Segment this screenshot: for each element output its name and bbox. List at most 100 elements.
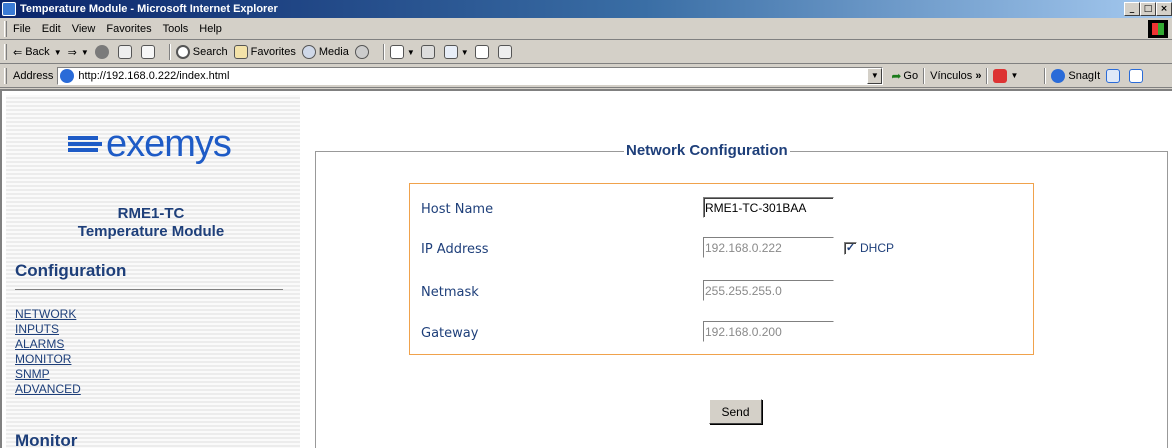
- search-label: Search: [192, 46, 228, 58]
- options-icon: [1129, 68, 1144, 83]
- snagit-capture-button[interactable]: [1106, 68, 1123, 83]
- addon-button[interactable]: ▼: [993, 68, 1019, 83]
- menubar-grip: [4, 20, 7, 37]
- messenger-icon: [497, 45, 512, 59]
- addon-dropdown-icon: ▼: [1010, 71, 1019, 80]
- edit-dropdown-icon: ▼: [460, 47, 469, 57]
- nav-link-alarms[interactable]: ALARMS: [15, 337, 81, 352]
- standard-toolbar: ⇐ Back ▼ ⇒ ▼ Search Favorites Media ▼ ▼: [0, 41, 1172, 64]
- back-label: Back: [25, 46, 50, 58]
- snagit-label: SnagIt: [1068, 69, 1101, 82]
- snagit-button[interactable]: SnagIt: [1051, 68, 1101, 83]
- address-bar: Address ▼ ➦ Go Vínculos » ▼ SnagIt: [0, 64, 1172, 88]
- netmask-input[interactable]: [703, 280, 834, 301]
- home-button[interactable]: [140, 45, 158, 59]
- snagit-icon: [1051, 68, 1066, 83]
- capture-icon: [1106, 68, 1121, 83]
- dhcp-checkbox[interactable]: ✓: [844, 241, 857, 255]
- address-input[interactable]: [78, 69, 859, 82]
- print-icon: [420, 45, 435, 59]
- toolbar-separator: [168, 44, 171, 60]
- dhcp-option[interactable]: ✓ DHCP: [844, 241, 894, 255]
- stop-button[interactable]: [94, 45, 112, 59]
- stop-icon: [94, 45, 109, 59]
- device-model: RME1-TC: [117, 205, 185, 222]
- nav-link-advanced[interactable]: ADVANCED: [15, 382, 81, 397]
- window-title-bar: Temperature Module - Microsoft Internet …: [0, 0, 1172, 18]
- media-icon: [301, 45, 316, 59]
- netmask-label: Netmask: [421, 285, 479, 300]
- media-button[interactable]: Media: [301, 45, 349, 59]
- device-description: Temperature Module: [77, 223, 225, 240]
- address-dropdown-button[interactable]: ▼: [867, 67, 883, 84]
- links-label: Vínculos: [930, 69, 973, 82]
- refresh-icon: [117, 45, 132, 59]
- edit-button[interactable]: ▼: [443, 45, 469, 59]
- go-button[interactable]: ➦ Go: [891, 69, 918, 83]
- menu-bar: File Edit View Favorites Tools Help: [0, 18, 1172, 40]
- addon-icon: [993, 68, 1008, 83]
- search-icon: [175, 45, 190, 59]
- gateway-label: Gateway: [421, 326, 479, 341]
- edit-icon: [443, 45, 458, 59]
- config-links: NETWORK INPUTS ALARMS MONITOR SNMP ADVAN…: [15, 307, 81, 397]
- monitor-heading: Monitor: [15, 431, 78, 448]
- nav-link-snmp[interactable]: SNMP: [15, 367, 81, 382]
- addressbar-separator: [923, 67, 926, 84]
- logo-wordmark: exemys: [106, 123, 232, 165]
- maximize-button[interactable]: □: [1140, 2, 1156, 16]
- back-arrow-icon: ⇐: [13, 46, 23, 59]
- menu-tools[interactable]: Tools: [163, 23, 189, 35]
- menu-view[interactable]: View: [72, 23, 96, 35]
- search-button[interactable]: Search: [175, 45, 228, 59]
- history-button[interactable]: [354, 45, 372, 59]
- refresh-button[interactable]: [117, 45, 135, 59]
- messenger-button[interactable]: [497, 45, 515, 59]
- send-button[interactable]: Send: [709, 399, 762, 424]
- minimize-button[interactable]: _: [1124, 2, 1140, 16]
- go-arrow-icon: ➦: [891, 68, 902, 83]
- menu-edit[interactable]: Edit: [42, 23, 61, 35]
- dhcp-label: DHCP: [860, 241, 895, 255]
- fieldset-legend: Network Configuration: [624, 142, 790, 159]
- menu-file[interactable]: File: [13, 23, 31, 35]
- print-button[interactable]: [420, 45, 438, 59]
- nav-link-monitor[interactable]: MONITOR: [15, 352, 81, 367]
- left-navigation-frame: exemys RME1-TC Temperature Module Config…: [6, 95, 300, 448]
- history-icon: [354, 45, 369, 59]
- ip-address-input[interactable]: [703, 237, 834, 258]
- favorites-icon: [233, 45, 248, 59]
- mail-dropdown-icon: ▼: [406, 47, 415, 57]
- discuss-button[interactable]: [474, 45, 492, 59]
- favorites-button[interactable]: Favorites: [233, 45, 296, 59]
- page-content: exemys RME1-TC Temperature Module Config…: [0, 89, 1172, 448]
- back-dropdown-icon: ▼: [53, 47, 62, 57]
- favorites-label: Favorites: [250, 46, 296, 58]
- address-field[interactable]: ▼: [57, 66, 884, 85]
- host-name-label: Host Name: [421, 202, 494, 217]
- nav-link-inputs[interactable]: INPUTS: [15, 322, 81, 337]
- exemys-logo: exemys: [68, 123, 232, 165]
- links-button[interactable]: Vínculos »: [930, 70, 981, 82]
- home-icon: [140, 45, 155, 59]
- back-button[interactable]: ⇐ Back ▼: [13, 46, 62, 59]
- host-name-input[interactable]: [703, 197, 834, 218]
- ie-app-icon[interactable]: [2, 2, 16, 16]
- windows-logo-icon: [1148, 20, 1168, 38]
- forward-button[interactable]: ⇒ ▼: [68, 46, 89, 59]
- discuss-icon: [474, 45, 489, 59]
- close-button[interactable]: ×: [1156, 2, 1172, 16]
- snagit-options-button[interactable]: [1129, 68, 1146, 83]
- addressbar-separator: [1044, 67, 1047, 84]
- menu-help[interactable]: Help: [199, 23, 222, 35]
- media-label: Media: [318, 46, 349, 58]
- window-title: Temperature Module - Microsoft Internet …: [20, 3, 278, 15]
- mail-button[interactable]: ▼: [389, 45, 415, 59]
- logo-mark-icon: [68, 134, 102, 154]
- menu-favorites[interactable]: Favorites: [106, 23, 151, 35]
- nav-link-network[interactable]: NETWORK: [15, 307, 81, 322]
- mail-icon: [389, 45, 404, 59]
- ip-address-label: IP Address: [421, 242, 489, 257]
- gateway-input[interactable]: [703, 321, 834, 342]
- page-icon: [60, 68, 75, 83]
